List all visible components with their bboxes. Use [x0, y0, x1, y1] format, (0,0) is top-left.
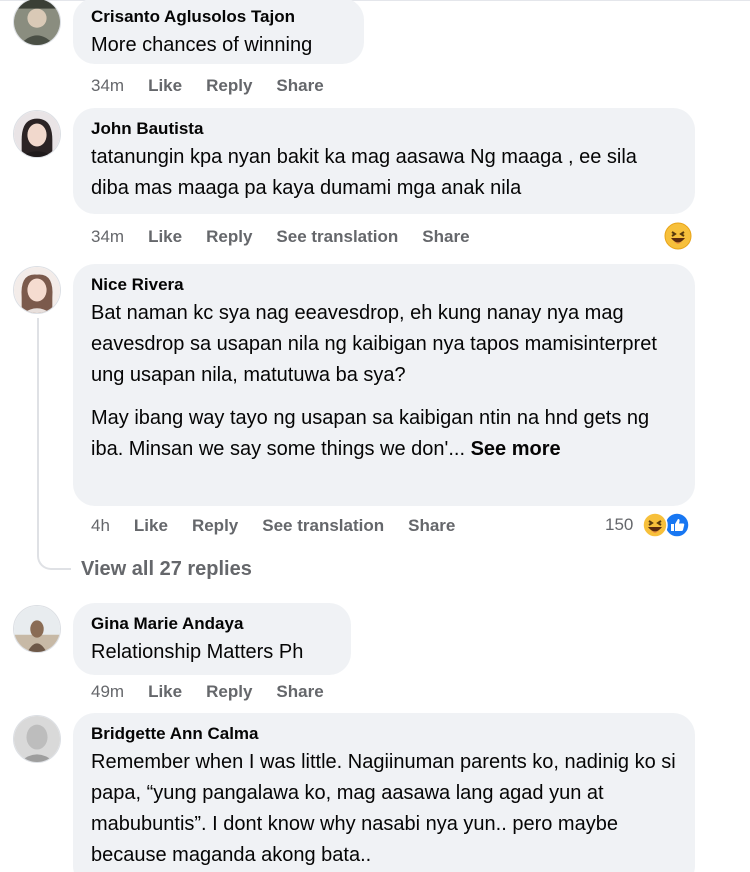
reaction-count[interactable]: 150: [605, 515, 633, 535]
avatar-crisanto[interactable]: [13, 0, 61, 46]
comment-text: Bat naman kc sya nag eeavesdrop, eh kung…: [91, 302, 657, 386]
comment-bubble-bridgette: Bridgette Ann Calma Remember when I was …: [73, 713, 695, 872]
comment-bubble-john: John Bautista tatanungin kpa nyan bakit …: [73, 108, 695, 214]
comment-bubble-nice: Nice Rivera Bat naman kc sya nag eeavesd…: [73, 264, 695, 506]
like-button[interactable]: Like: [134, 516, 168, 536]
reply-button[interactable]: Reply: [206, 682, 252, 702]
comments-panel: Crisanto Aglusolos Tajon More chances of…: [0, 0, 750, 872]
see-translation-button[interactable]: See translation: [262, 516, 384, 536]
comment-author[interactable]: Nice Rivera: [91, 274, 677, 296]
profile-photo-icon: [14, 0, 60, 45]
reply-button[interactable]: Reply: [192, 516, 238, 536]
comment-bubble-gina: Gina Marie Andaya Relationship Matters P…: [73, 603, 351, 675]
comment-timestamp[interactable]: 34m: [91, 76, 124, 96]
profile-photo-icon: [14, 716, 60, 762]
comment-author[interactable]: Gina Marie Andaya: [91, 613, 333, 635]
comment-timestamp[interactable]: 4h: [91, 516, 110, 536]
share-button[interactable]: Share: [276, 682, 323, 702]
see-translation-button[interactable]: See translation: [276, 227, 398, 247]
avatar-bridgette[interactable]: [13, 715, 61, 763]
avatar-john[interactable]: [13, 110, 61, 158]
haha-emoji-icon[interactable]: [664, 222, 692, 250]
haha-emoji-icon[interactable]: [642, 512, 668, 538]
comment-actions: 49m Like Reply Share: [91, 680, 348, 704]
comment-actions: 34m Like Reply See translation Share: [91, 225, 494, 249]
comment-text-truncated: May ibang way tayo ng usapan sa kaibigan…: [91, 407, 650, 460]
comment-bubble-crisanto: Crisanto Aglusolos Tajon More chances of…: [73, 0, 364, 64]
profile-photo-icon: [14, 111, 60, 157]
avatar-nice[interactable]: [13, 266, 61, 314]
comment-timestamp[interactable]: 34m: [91, 227, 124, 247]
comment-text: Remember when I was little. Nagiinuman p…: [91, 751, 676, 866]
view-all-replies-link[interactable]: View all 27 replies: [81, 558, 252, 581]
comment-actions: 34m Like Reply Share: [91, 74, 348, 98]
like-button[interactable]: Like: [148, 682, 182, 702]
comment-author[interactable]: John Bautista: [91, 118, 677, 140]
comment-author[interactable]: Crisanto Aglusolos Tajon: [91, 6, 346, 28]
comment-timestamp[interactable]: 49m: [91, 682, 124, 702]
avatar-gina[interactable]: [13, 605, 61, 653]
reply-button[interactable]: Reply: [206, 227, 252, 247]
comment-author[interactable]: Bridgette Ann Calma: [91, 723, 677, 745]
see-more-link[interactable]: See more: [471, 438, 561, 460]
comment-text: tatanungin kpa nyan bakit ka mag aasawa …: [91, 146, 637, 199]
comment-text: Relationship Matters Ph: [91, 641, 304, 663]
comment-text-paragraph-2: May ibang way tayo ng usapan sa kaibigan…: [91, 403, 677, 465]
comment-actions: 4h Like Reply See translation Share: [91, 514, 479, 538]
comment-text: More chances of winning: [91, 34, 313, 56]
reply-button[interactable]: Reply: [206, 76, 252, 96]
profile-photo-icon: [14, 606, 60, 652]
share-button[interactable]: Share: [276, 76, 323, 96]
like-button[interactable]: Like: [148, 227, 182, 247]
thread-connector-line: [37, 318, 71, 570]
like-button[interactable]: Like: [148, 76, 182, 96]
share-button[interactable]: Share: [408, 516, 455, 536]
profile-photo-icon: [14, 267, 60, 313]
share-button[interactable]: Share: [422, 227, 469, 247]
